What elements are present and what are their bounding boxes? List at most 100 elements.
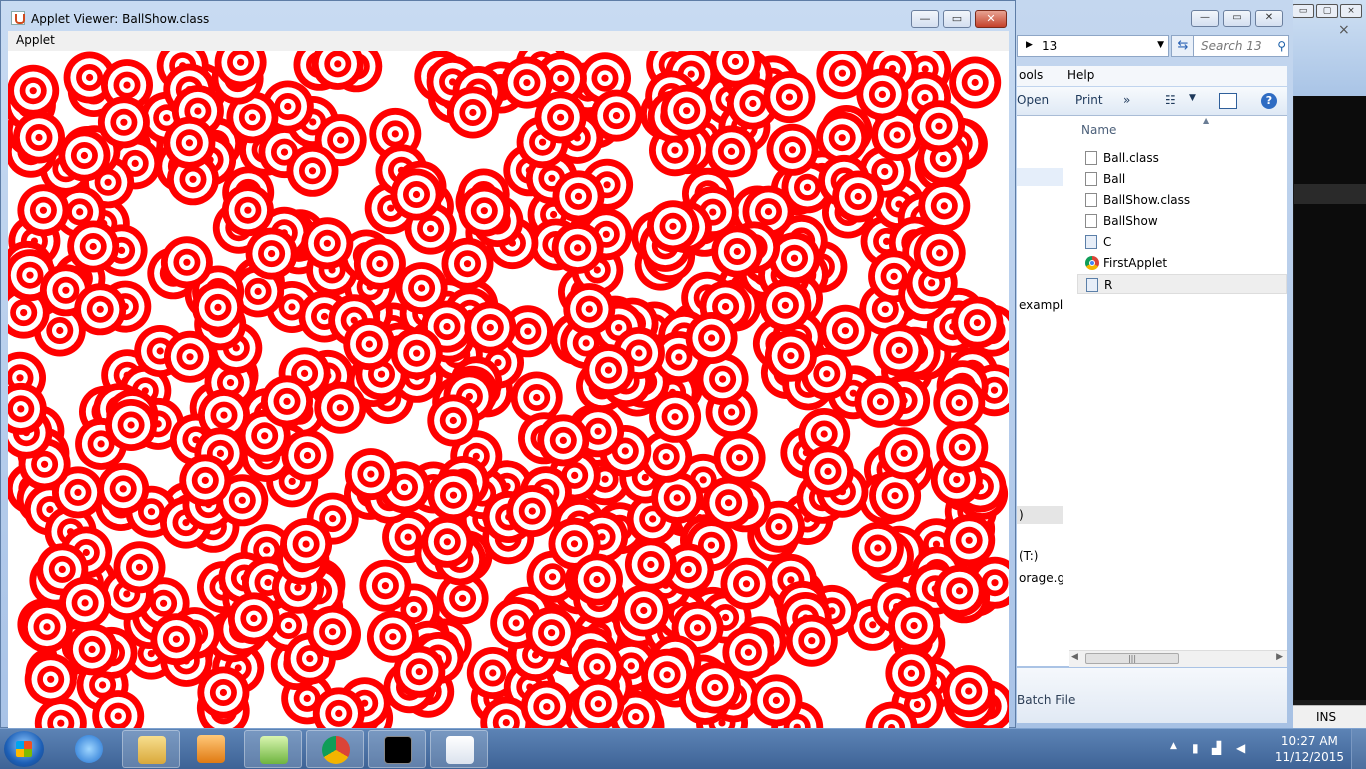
horizontal-scrollbar[interactable]: ◀ ||| ▶ (1069, 650, 1287, 667)
chevron-down-icon[interactable]: ▼ (1189, 93, 1205, 107)
file-explorer-icon (138, 736, 166, 764)
window-title: Applet Viewer: BallShow.class (31, 12, 210, 26)
target-ball (551, 221, 604, 274)
maximize-button[interactable]: ▭ (943, 10, 971, 28)
target-ball (563, 283, 616, 336)
text-file-icon (1085, 214, 1097, 228)
close-button[interactable]: ✕ (1255, 10, 1283, 27)
minimize-button[interactable]: — (1191, 10, 1219, 27)
target-ball (280, 518, 333, 571)
start-button[interactable] (4, 731, 44, 767)
minimize-button[interactable]: — (911, 10, 939, 28)
restore-button[interactable]: ▭ (1292, 4, 1314, 18)
clock[interactable]: 10:27 AM 11/12/2015 (1275, 733, 1344, 765)
list-item[interactable]: Ball (1081, 169, 1281, 189)
close-button[interactable]: ✕ (975, 10, 1007, 28)
navigation-pane: example ) (T:) orage.gu (1017, 116, 1073, 666)
network-icon[interactable]: ▟ (1212, 741, 1221, 755)
breadcrumb[interactable]: 13 (1042, 39, 1057, 53)
address-bar[interactable]: ▶ 13 ▼ (1017, 35, 1169, 57)
maximize-button[interactable]: ▭ (1223, 10, 1251, 27)
list-item-selected[interactable]: R (1077, 274, 1287, 294)
search-input[interactable]: Search 13 ⚲ (1193, 35, 1289, 57)
menu-applet[interactable]: Applet (16, 33, 55, 47)
target-ball (74, 283, 127, 336)
target-ball (832, 170, 885, 223)
file-name: Ball.class (1103, 151, 1159, 165)
ball-drawing (8, 51, 1009, 729)
nav-item-bracket[interactable]: ) (1019, 508, 1024, 522)
target-ball (885, 647, 938, 700)
list-item[interactable]: C (1081, 232, 1281, 252)
show-hidden-icons-icon[interactable]: ▲ (1170, 741, 1177, 751)
text-file-icon (1085, 172, 1097, 186)
scroll-left-icon[interactable]: ◀ (1071, 652, 1078, 662)
breadcrumb-arrow-icon[interactable]: ▶ (1026, 40, 1033, 50)
windows-logo-icon (16, 741, 32, 757)
chevron-down-icon[interactable]: ▼ (1157, 40, 1164, 50)
list-item[interactable]: BallShow (1081, 211, 1281, 231)
scroll-right-icon[interactable]: ▶ (1276, 652, 1283, 662)
target-ball (942, 665, 995, 718)
target-ball (179, 454, 232, 507)
target-ball (261, 375, 313, 428)
file-icon (1085, 193, 1097, 207)
target-ball (590, 89, 643, 142)
list-item[interactable]: Ball.class (1081, 148, 1281, 168)
preview-pane-icon[interactable] (1219, 93, 1237, 109)
nav-selected-item[interactable] (1017, 168, 1063, 186)
menu-bar: ools Help (1017, 66, 1287, 86)
target-ball (766, 123, 819, 176)
target-ball (105, 399, 158, 451)
show-desktop-button[interactable] (1351, 729, 1366, 769)
file-name: Ball (1103, 172, 1126, 186)
target-ball (933, 564, 986, 617)
target-ball (951, 296, 1004, 349)
battery-icon[interactable]: ▮ (1192, 741, 1199, 755)
search-icon[interactable]: ⚲ (1277, 39, 1286, 53)
nav-highlight[interactable] (1017, 506, 1063, 524)
applet-canvas[interactable] (8, 51, 1009, 729)
maximize-button[interactable]: ▢ (1316, 4, 1338, 18)
taskbar-item-notepad[interactable] (244, 730, 302, 768)
column-header-name[interactable]: Name (1081, 123, 1116, 137)
help-icon[interactable]: ? (1261, 93, 1277, 109)
target-ball (366, 610, 419, 663)
more-commands-button[interactable]: » (1123, 93, 1130, 107)
file-list: Name ▲ Ball.class Ball BallShow.class Ba… (1063, 116, 1287, 666)
taskbar-item-ie[interactable] (60, 730, 118, 768)
file-name: FirstApplet (1103, 256, 1168, 270)
target-ball (8, 64, 60, 117)
target-ball (506, 485, 559, 538)
target-ball (552, 170, 605, 223)
target-ball (888, 599, 941, 652)
taskbar-item-media[interactable] (182, 730, 240, 768)
taskbar-item-cmd[interactable] (368, 730, 426, 768)
target-ball (58, 129, 111, 182)
change-view-icon[interactable]: ☷ (1165, 93, 1181, 107)
scrollbar-thumb[interactable]: ||| (1085, 653, 1179, 664)
print-button[interactable]: Print (1075, 93, 1103, 107)
menu-tools[interactable]: ools (1019, 68, 1043, 82)
taskbar-item-explorer[interactable] (122, 730, 180, 768)
nav-item-drive[interactable]: (T:) (1019, 549, 1038, 563)
target-ball (537, 414, 590, 467)
target-ball (913, 226, 966, 279)
target-ball (17, 184, 70, 237)
target-ball (390, 168, 443, 221)
applet-menu-bar: Applet (8, 31, 1009, 51)
menu-help[interactable]: Help (1067, 68, 1094, 82)
taskbar-item-java[interactable] (430, 730, 488, 768)
refresh-button[interactable]: ⇆ (1171, 35, 1195, 57)
taskbar-item-chrome[interactable] (306, 730, 364, 768)
close-button[interactable]: × (1340, 4, 1362, 18)
target-ball (421, 515, 474, 568)
target-ball (720, 557, 773, 610)
open-button[interactable]: Open (1017, 93, 1049, 107)
target-ball (764, 329, 817, 382)
list-item[interactable]: BallShow.class (1081, 190, 1281, 210)
target-ball (97, 462, 150, 515)
list-item[interactable]: FirstApplet (1081, 253, 1281, 273)
volume-icon[interactable]: ◀ (1236, 741, 1245, 755)
close-icon[interactable]: × (1338, 22, 1350, 38)
